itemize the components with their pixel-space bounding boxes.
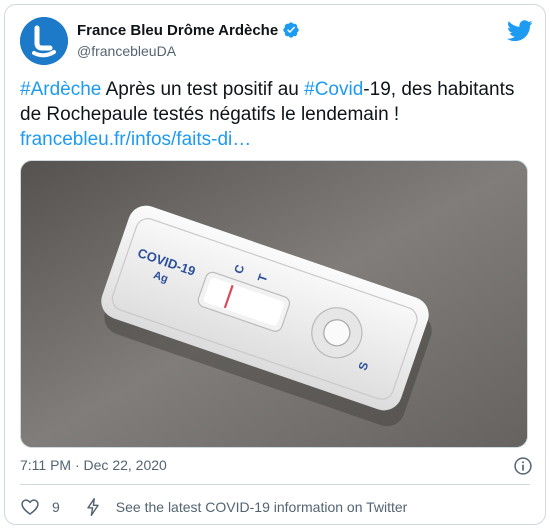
- handle[interactable]: @francebleuDA: [77, 43, 176, 59]
- covid-test-photo: COVID-19 Ag C T S: [21, 161, 527, 447]
- heart-icon[interactable]: [20, 497, 40, 517]
- twitter-bird-icon: [507, 20, 533, 42]
- display-name[interactable]: France Bleu Drôme Ardèche: [77, 22, 278, 39]
- author-name-row[interactable]: France Bleu Drôme Ardèche: [77, 21, 300, 39]
- verified-badge-icon: [283, 22, 299, 38]
- article-link[interactable]: francebleu.fr/infos/faits-di…: [20, 129, 251, 150]
- bolt-icon: [87, 497, 99, 517]
- france-bleu-logo-icon: [20, 17, 68, 65]
- tweet-text-part-1: Après un test positif au: [101, 79, 305, 100]
- info-button[interactable]: [513, 456, 533, 476]
- twitter-logo[interactable]: [507, 20, 533, 42]
- like-count[interactable]: 9: [52, 499, 60, 515]
- tweet-media-photo[interactable]: COVID-19 Ag C T S: [20, 160, 528, 448]
- covid-info-link[interactable]: See the latest COVID-19 information on T…: [116, 499, 408, 515]
- info-icon: [514, 457, 532, 475]
- tweet-timestamp[interactable]: 7:11 PM · Dec 22, 2020: [20, 457, 167, 473]
- avatar[interactable]: [20, 17, 68, 65]
- divider: [20, 484, 530, 485]
- tweet-actions: 9 See the latest COVID-19 information on…: [20, 495, 407, 519]
- hashtag-ardeche[interactable]: #Ardèche: [20, 79, 101, 100]
- tweet-text: #Ardèche Après un test positif au #Covid…: [20, 77, 535, 152]
- hashtag-covid[interactable]: #Covid: [304, 79, 363, 100]
- tweet-card: France Bleu Drôme Ardèche @francebleuDA …: [4, 4, 546, 525]
